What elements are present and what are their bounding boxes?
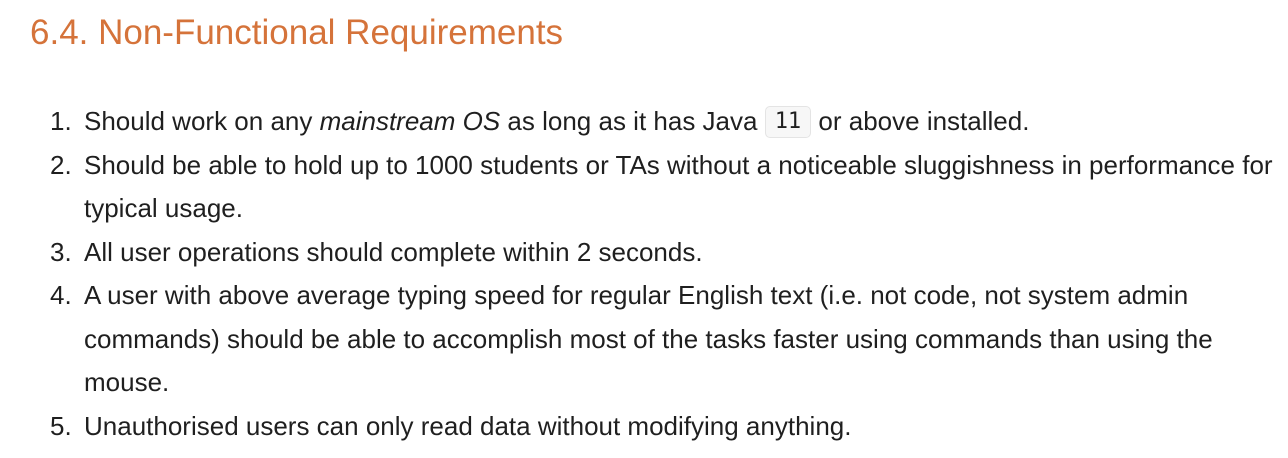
- section-heading: 6.4. Non-Functional Requirements: [30, 13, 564, 52]
- list-item-number: 1.: [50, 106, 72, 136]
- list-item: 2. Should be able to hold up to 1000 stu…: [30, 144, 1274, 231]
- inline-code: 11: [764, 106, 812, 138]
- list-item-text: Unauthorised users can only read data wi…: [84, 410, 852, 441]
- list-item-text: as long as it has Java: [500, 106, 765, 136]
- list-item-text: Should be able to hold up to 1000 studen…: [84, 149, 1273, 224]
- list-item: 4. A user with above average typing spee…: [30, 274, 1274, 405]
- list-item-number: 3.: [50, 236, 72, 267]
- document-page: 6.4. Non-Functional Requirements 1. Shou…: [0, 0, 1288, 458]
- list-item-number: 4.: [50, 280, 72, 310]
- list-item-number: 2.: [50, 149, 72, 180]
- list-item: 1. Should work on any mainstream OS as l…: [30, 100, 1274, 144]
- list-item-text: A user with above average typing speed f…: [84, 280, 1213, 397]
- list-item: 3. All user operations should complete w…: [30, 231, 1274, 275]
- emphasis-text: mainstream OS: [319, 106, 501, 136]
- list-item-number: 5.: [50, 410, 72, 441]
- requirements-list: 1. Should work on any mainstream OS as l…: [30, 100, 1288, 448]
- list-item-text: Should work on any: [84, 106, 320, 136]
- list-item-text: or above installed.: [811, 106, 1030, 136]
- list-item: 5. Unauthorised users can only read data…: [30, 405, 1274, 449]
- list-item-text: All user operations should complete with…: [84, 236, 703, 267]
